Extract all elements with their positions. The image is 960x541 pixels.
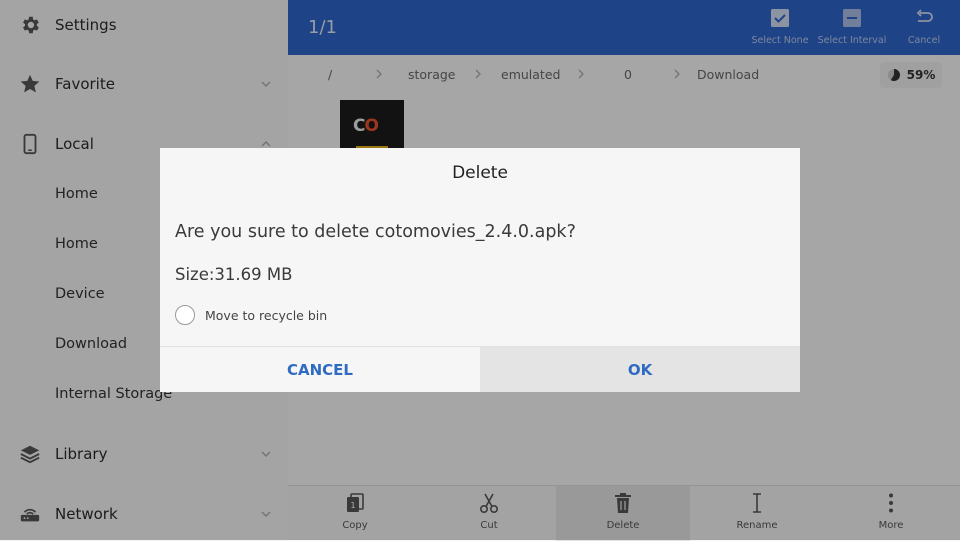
dialog-title: Delete — [452, 163, 508, 183]
delete-dialog: Delete Are you sure to delete cotomovies… — [160, 148, 800, 392]
dialog-message: Are you sure to delete cotomovies_2.4.0.… — [175, 222, 576, 242]
dialog-actions: CANCEL OK — [160, 346, 800, 392]
recycle-bin-radio[interactable] — [175, 305, 195, 325]
cancel-button[interactable]: CANCEL — [160, 347, 480, 392]
ok-button[interactable]: OK — [480, 347, 800, 392]
file-size-text: Size:31.69 MB — [175, 265, 293, 284]
recycle-bin-label: Move to recycle bin — [205, 307, 328, 323]
recycle-bin-option[interactable]: Move to recycle bin — [175, 305, 327, 325]
